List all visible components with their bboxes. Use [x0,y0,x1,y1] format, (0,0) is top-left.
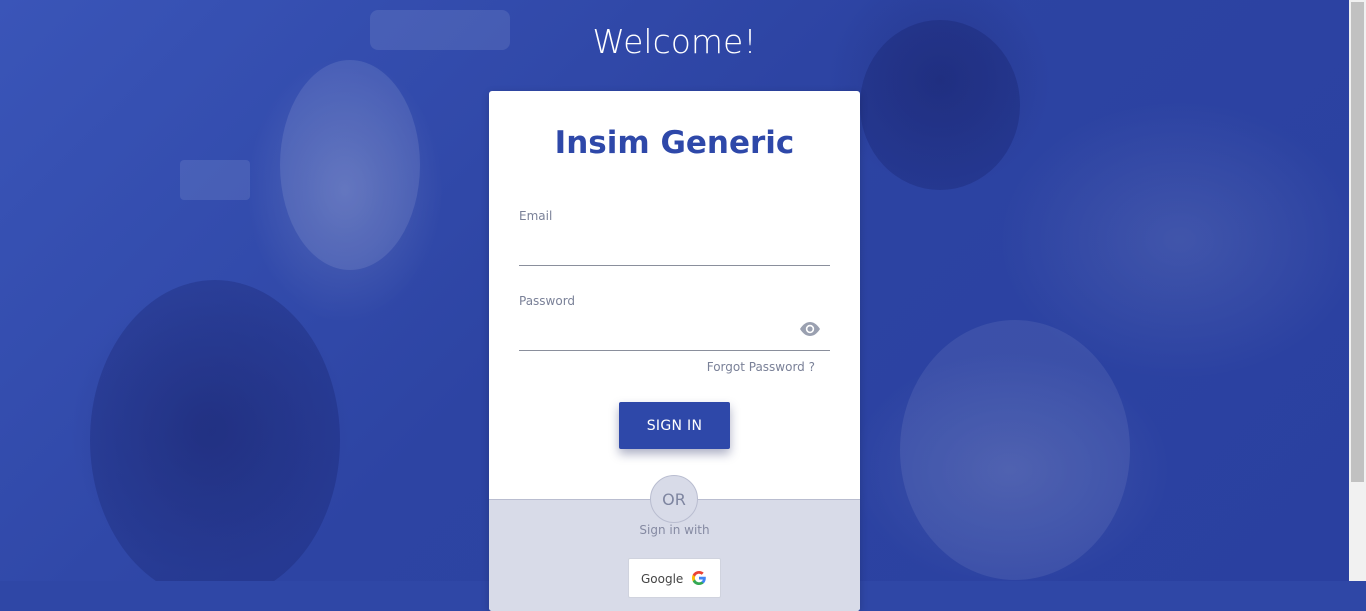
brand-title: Insim Generic [554,125,795,161]
forgot-password-link[interactable]: Forgot Password ? [707,360,815,374]
scrollbar-thumb[interactable] [1351,2,1364,482]
password-field[interactable] [519,322,830,351]
google-button-label: Google [641,572,684,586]
or-divider: OR [650,475,698,523]
welcome-title: Welcome! [592,22,757,61]
bg-shape [180,160,250,200]
login-card: Insim Generic Email Password Forgot Pass… [489,91,860,611]
sign-in-button[interactable]: SIGN IN [619,402,730,449]
eye-icon[interactable] [799,321,821,337]
bg-shape [280,60,420,270]
bg-shape [900,320,1130,580]
password-label: Password [519,294,576,308]
google-icon [691,570,707,586]
page-scrollbar[interactable] [1349,0,1366,581]
sign-in-with-label: Sign in with [639,523,710,537]
email-label: Email [519,209,553,223]
email-field[interactable] [519,237,830,266]
bg-shape [90,280,340,581]
google-sign-in-button[interactable]: Google [628,558,721,598]
